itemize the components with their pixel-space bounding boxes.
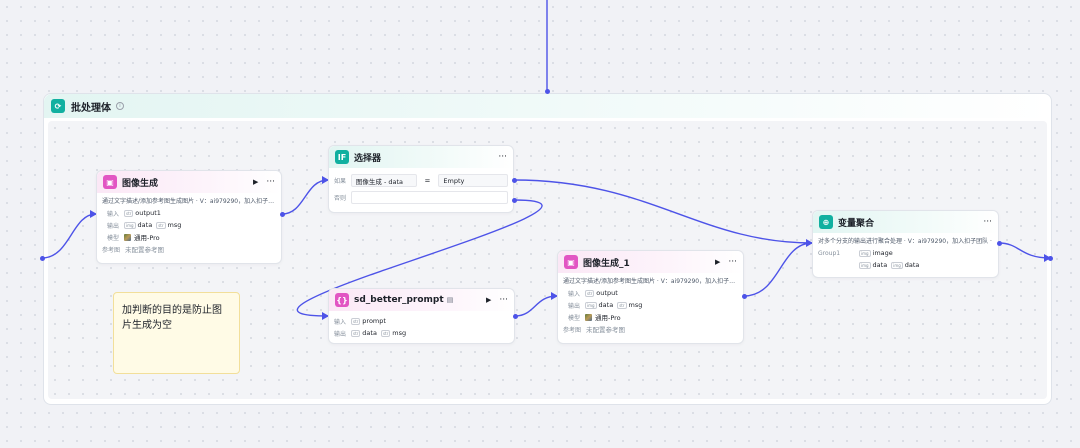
node-title: 变量聚合 — [838, 218, 875, 229]
node-header[interactable]: {} sd_better_prompt ▤ ▶ ··· — [329, 289, 514, 311]
play-icon[interactable]: ▶ — [253, 178, 258, 186]
image-gen-icon: ▣ — [103, 175, 117, 189]
output-row: 输出 img data str msg — [568, 301, 643, 310]
input-var: str output — [585, 289, 618, 297]
var-type-icon: str — [380, 329, 391, 337]
node-header[interactable]: ▣ 图像生成_1 ▶ ··· — [558, 251, 743, 273]
var-type-icon: str — [124, 209, 134, 217]
more-icon[interactable]: ··· — [498, 152, 507, 162]
group-items-row: img data img data — [813, 259, 998, 271]
var-type-icon: img — [891, 261, 903, 269]
output-var: img data — [585, 301, 614, 309]
var-type-icon: img — [124, 221, 136, 229]
var-type-icon: str — [156, 221, 166, 229]
model-thumbnail-icon — [124, 233, 131, 241]
sticky-note[interactable]: 加判断的目的是防止图片生成为空 — [113, 292, 240, 374]
node-image-gen-1[interactable]: ▣ 图像生成_1 ▶ ··· 通过文字描述/添加参考图生成图片 · V：ai97… — [557, 250, 744, 344]
input-row: 输入 str output — [568, 289, 618, 298]
port-batch-start[interactable] — [40, 256, 45, 261]
group-item: img data — [891, 261, 920, 269]
node-selector[interactable]: IF 选择器 ··· 如果 图像生成 - data = Empty 否则 — [328, 145, 514, 213]
var-type-icon: img — [859, 249, 871, 257]
port-top[interactable] — [545, 89, 550, 94]
condition-right-field[interactable]: Empty — [438, 174, 508, 187]
output-row: 输出 str data str msg — [334, 329, 407, 338]
if-selector-icon: IF — [335, 150, 349, 164]
node-header[interactable]: ⊕ 变量聚合 ··· — [813, 211, 998, 233]
batch-title: 批处理体 — [71, 102, 111, 114]
port-image-gen-out[interactable] — [280, 212, 285, 217]
model-row: 模型 通用-Pro — [107, 233, 160, 242]
node-description: 通过文字描述/添加参考图生成图片 · V：ai979290，加入扣子… — [563, 278, 736, 285]
condition-operator[interactable]: = — [420, 177, 436, 185]
port-selector-else-out[interactable] — [512, 198, 517, 203]
port-prompt-out[interactable] — [513, 314, 518, 319]
node-title: sd_better_prompt — [354, 295, 444, 305]
var-type-icon: str — [351, 329, 361, 337]
play-icon[interactable]: ▶ — [486, 296, 491, 304]
port-selector-if-out[interactable] — [512, 178, 517, 183]
input-row: 输入 str prompt — [334, 317, 386, 326]
batch-loop-icon: ⟳ — [51, 99, 65, 113]
info-icon[interactable]: i — [116, 102, 124, 110]
note-icon: ▤ — [446, 296, 454, 304]
input-var: str output1 — [124, 209, 161, 217]
node-header[interactable]: IF 选择器 ··· — [329, 146, 513, 168]
model-row: 模型 通用-Pro — [568, 313, 621, 322]
node-sd-better-prompt[interactable]: {} sd_better_prompt ▤ ▶ ··· 输入 str prompt… — [328, 288, 515, 344]
output-row: 输出 img data str msg — [107, 221, 182, 230]
group-item: img data — [859, 261, 888, 269]
output-var: str msg — [617, 301, 643, 309]
prompt-code-icon: {} — [335, 293, 349, 307]
node-description: 对多个分支的输出进行聚合处理 · V：ai979290，加入扣子团队 · — [818, 238, 992, 245]
var-type-icon: str — [351, 317, 361, 325]
else-field[interactable] — [350, 191, 508, 204]
group-row: Group1 img image — [818, 249, 893, 257]
output-var: str msg — [380, 329, 407, 337]
ref-row: 参考图 未配置参考图 — [102, 246, 164, 254]
node-image-gen[interactable]: ▣ 图像生成 ▶ ··· 通过文字描述/添加参考图生成图片 · V：ai9792… — [96, 170, 282, 264]
output-var: img data — [124, 221, 153, 229]
node-header[interactable]: ▣ 图像生成 ▶ ··· — [97, 171, 281, 193]
var-type-icon: str — [617, 301, 627, 309]
variable-aggregate-icon: ⊕ — [819, 215, 833, 229]
node-title: 图像生成 — [122, 178, 159, 189]
more-icon[interactable]: ··· — [266, 177, 275, 187]
more-icon[interactable]: ··· — [728, 257, 737, 267]
node-variable-aggregate[interactable]: ⊕ 变量聚合 ··· 对多个分支的输出进行聚合处理 · V：ai979290，加… — [812, 210, 999, 278]
ref-row: 参考图 未配置参考图 — [563, 326, 625, 334]
output-var: str data — [351, 329, 377, 337]
play-icon[interactable]: ▶ — [715, 258, 720, 266]
port-aggregate-out[interactable] — [997, 241, 1002, 246]
output-var: str msg — [156, 221, 182, 229]
var-type-icon: str — [585, 289, 595, 297]
more-icon[interactable]: ··· — [983, 217, 992, 227]
node-description: 通过文字描述/添加参考图生成图片 · V：ai979290，加入扣子… — [102, 198, 275, 205]
model-thumbnail-icon — [585, 313, 592, 321]
port-batch-end[interactable] — [1048, 256, 1053, 261]
input-var: str prompt — [351, 317, 386, 325]
node-title: 选择器 — [354, 153, 382, 164]
more-icon[interactable]: ··· — [499, 295, 508, 305]
group-var: img image — [859, 249, 893, 257]
image-gen-icon: ▣ — [564, 255, 578, 269]
condition-left-field[interactable]: 图像生成 - data — [350, 174, 417, 187]
var-type-icon: img — [585, 301, 597, 309]
input-row: 输入 str output1 — [107, 209, 161, 218]
if-row: 如果 图像生成 - data = Empty — [329, 168, 513, 187]
batch-header[interactable]: ⟳ 批处理体 i — [44, 94, 1051, 118]
else-row: 否则 — [329, 187, 513, 204]
port-image-gen-1-out[interactable] — [742, 294, 747, 299]
node-title: 图像生成_1 — [583, 258, 630, 269]
var-type-icon: img — [859, 261, 871, 269]
